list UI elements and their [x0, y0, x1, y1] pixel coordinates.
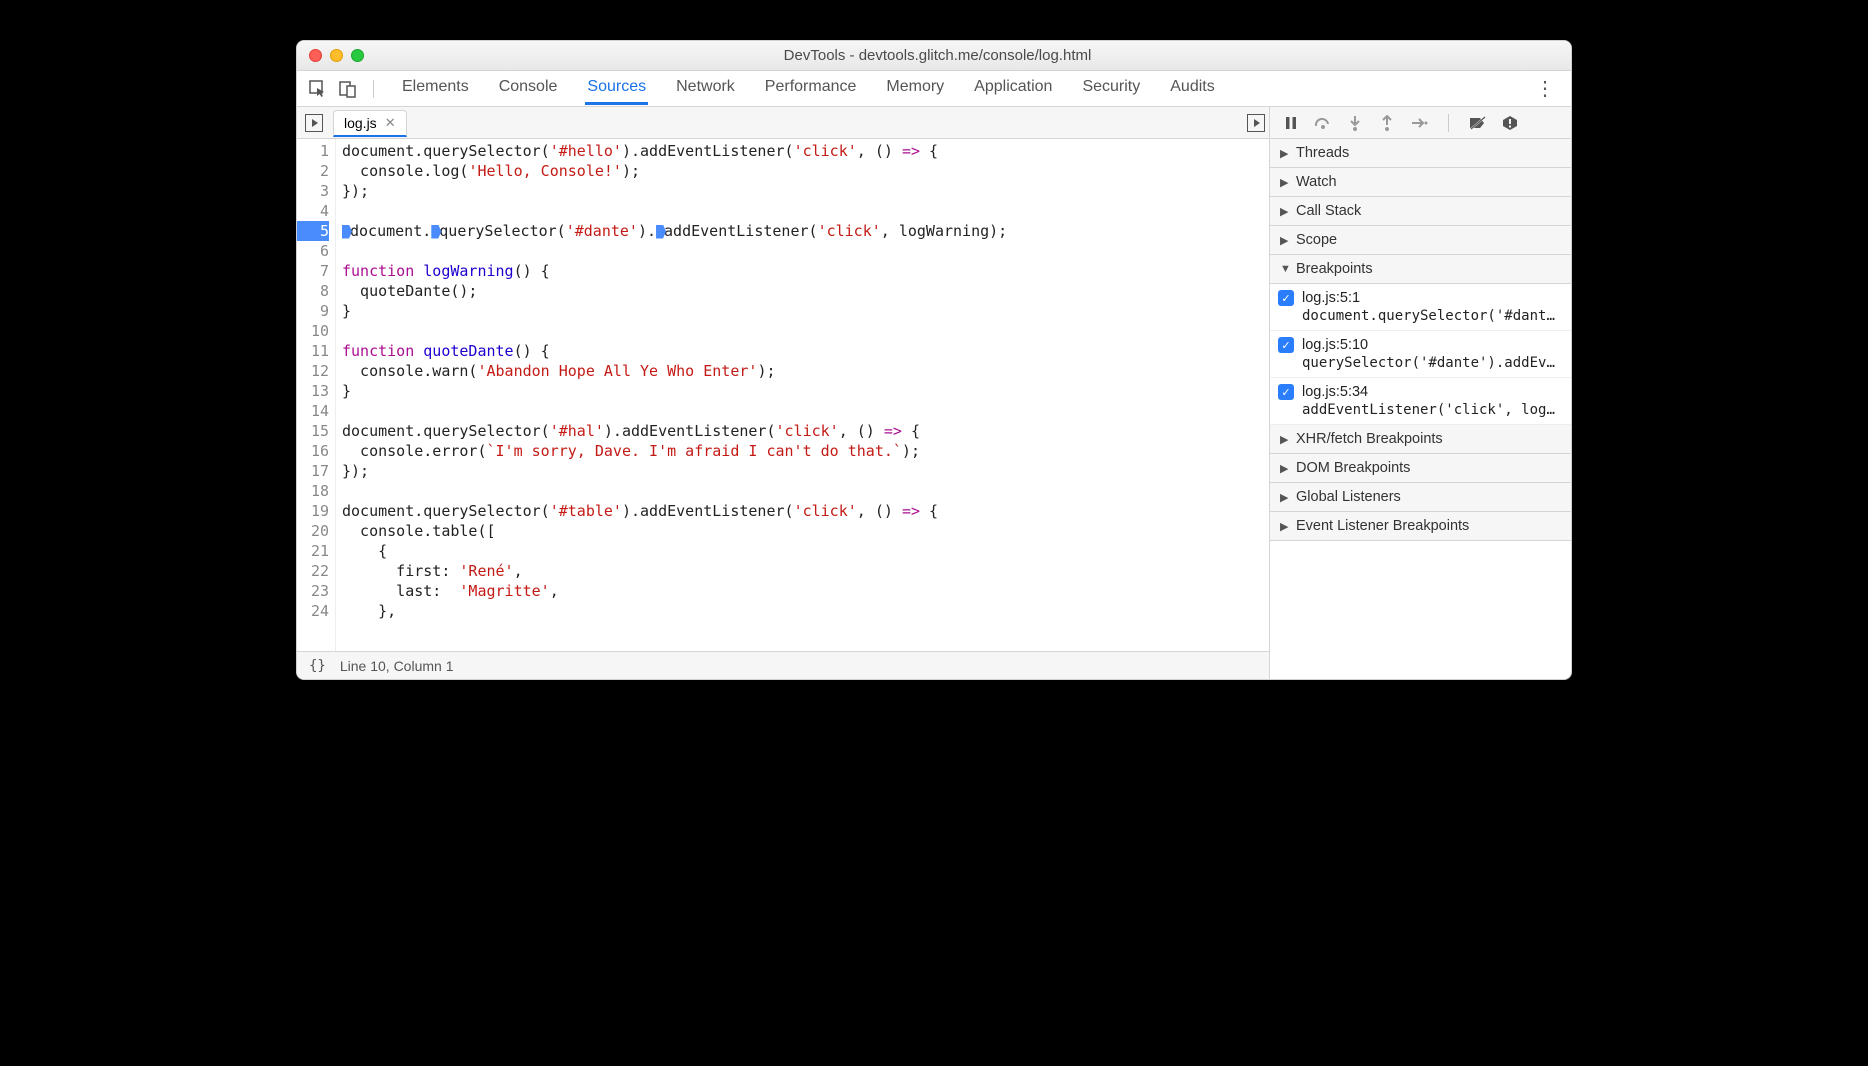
code-editor[interactable]: 123456789101112131415161718192021222324 … — [297, 139, 1269, 679]
step-out-icon[interactable] — [1378, 114, 1396, 132]
breakpoint-item[interactable]: ✓ log.js:5:10 querySelector('#dante').addE… — [1270, 331, 1571, 378]
deactivate-breakpoints-icon[interactable] — [1469, 114, 1487, 132]
breakpoint-location: log.js:5:1 — [1302, 290, 1360, 306]
triangle-right-icon: ▶ — [1280, 433, 1290, 446]
step-over-icon[interactable] — [1314, 114, 1332, 132]
breakpoints-section-header[interactable]: ▼ Breakpoints — [1270, 255, 1571, 284]
triangle-right-icon: ▶ — [1280, 147, 1290, 160]
file-tab-label: log.js — [344, 115, 377, 131]
tab-elements[interactable]: Elements — [400, 72, 471, 105]
breakpoint-location: log.js:5:34 — [1302, 384, 1368, 400]
side-top-sections: ▶Threads▶Watch▶Call Stack▶Scope — [1270, 139, 1571, 255]
breakpoint-snippet: addEventListener('click', logWa… — [1278, 402, 1563, 418]
triangle-right-icon: ▶ — [1280, 205, 1290, 218]
devtools-window: DevTools - devtools.glitch.me/console/lo… — [296, 40, 1572, 680]
triangle-right-icon: ▶ — [1280, 491, 1290, 504]
titlebar: DevTools - devtools.glitch.me/console/lo… — [297, 41, 1571, 71]
triangle-right-icon: ▶ — [1280, 520, 1290, 533]
inspect-element-icon[interactable] — [307, 78, 329, 100]
tab-sources[interactable]: Sources — [585, 72, 648, 105]
breakpoint-checkbox[interactable]: ✓ — [1278, 337, 1294, 353]
close-tab-icon[interactable]: ✕ — [385, 115, 396, 131]
breakpoint-snippet: document.querySelector('#dante'… — [1278, 308, 1563, 324]
tab-console[interactable]: Console — [497, 72, 560, 105]
tab-application[interactable]: Application — [972, 72, 1054, 105]
section-dom-breakpoints[interactable]: ▶DOM Breakpoints — [1270, 454, 1571, 483]
window-title: DevTools - devtools.glitch.me/console/lo… — [364, 47, 1571, 64]
line-gutter[interactable]: 123456789101112131415161718192021222324 — [297, 139, 335, 651]
traffic-lights — [297, 49, 364, 62]
tab-audits[interactable]: Audits — [1168, 72, 1216, 105]
section-threads[interactable]: ▶Threads — [1270, 139, 1571, 168]
step-into-icon[interactable] — [1346, 114, 1364, 132]
pretty-print-icon[interactable]: {} — [309, 658, 326, 674]
section-watch[interactable]: ▶Watch — [1270, 168, 1571, 197]
show-more-tabs-icon[interactable] — [1247, 114, 1265, 132]
breakpoints-label: Breakpoints — [1296, 261, 1373, 277]
tab-memory[interactable]: Memory — [884, 72, 946, 105]
debugger-sidebar: ▶Threads▶Watch▶Call Stack▶Scope ▼ Breakp… — [1269, 139, 1571, 679]
tab-performance[interactable]: Performance — [763, 72, 859, 105]
tab-security[interactable]: Security — [1080, 72, 1142, 105]
breakpoint-item[interactable]: ✓ log.js:5:1 document.querySelector('#dant… — [1270, 284, 1571, 331]
triangle-right-icon: ▶ — [1280, 462, 1290, 475]
cursor-position: Line 10, Column 1 — [340, 658, 454, 674]
breakpoint-checkbox[interactable]: ✓ — [1278, 290, 1294, 306]
section-global-listeners[interactable]: ▶Global Listeners — [1270, 483, 1571, 512]
editor-statusbar: {} Line 10, Column 1 — [297, 651, 1269, 679]
side-bottom-sections: ▶XHR/fetch Breakpoints▶DOM Breakpoints▶G… — [1270, 425, 1571, 541]
device-toolbar-icon[interactable] — [337, 78, 359, 100]
debugger-controls — [1269, 107, 1571, 138]
zoom-window-button[interactable] — [351, 49, 364, 62]
breakpoint-snippet: querySelector('#dante').addEven… — [1278, 355, 1563, 371]
triangle-down-icon: ▼ — [1280, 263, 1290, 275]
main-toolbar: Elements Console Sources Network Performance… — [297, 71, 1571, 107]
breakpoint-checkbox[interactable]: ✓ — [1278, 384, 1294, 400]
breakpoints-list: ✓ log.js:5:1 document.querySelector('#dant… — [1270, 284, 1571, 425]
minimize-window-button[interactable] — [330, 49, 343, 62]
show-navigator-icon[interactable] — [305, 114, 323, 132]
breakpoint-item[interactable]: ✓ log.js:5:34 addEventListener('click', lo… — [1270, 378, 1571, 425]
close-window-button[interactable] — [309, 49, 322, 62]
tab-network[interactable]: Network — [674, 72, 737, 105]
file-tab[interactable]: log.js ✕ — [333, 110, 407, 137]
step-icon[interactable] — [1410, 114, 1428, 132]
triangle-right-icon: ▶ — [1280, 176, 1290, 189]
pause-on-exceptions-icon[interactable] — [1501, 114, 1519, 132]
more-options-icon[interactable]: ⋮ — [1529, 76, 1561, 101]
code-content[interactable]: document.querySelector('#hello').addEven… — [335, 139, 1269, 651]
panel-tabs: Elements Console Sources Network Performance… — [400, 72, 1521, 105]
section-xhr-fetch-breakpoints[interactable]: ▶XHR/fetch Breakpoints — [1270, 425, 1571, 454]
section-call-stack[interactable]: ▶Call Stack — [1270, 197, 1571, 226]
section-scope[interactable]: ▶Scope — [1270, 226, 1571, 255]
breakpoint-location: log.js:5:10 — [1302, 337, 1368, 353]
triangle-right-icon: ▶ — [1280, 234, 1290, 247]
sources-subbar: log.js ✕ — [297, 107, 1571, 139]
pause-icon[interactable] — [1282, 114, 1300, 132]
section-event-listener-breakpoints[interactable]: ▶Event Listener Breakpoints — [1270, 512, 1571, 541]
